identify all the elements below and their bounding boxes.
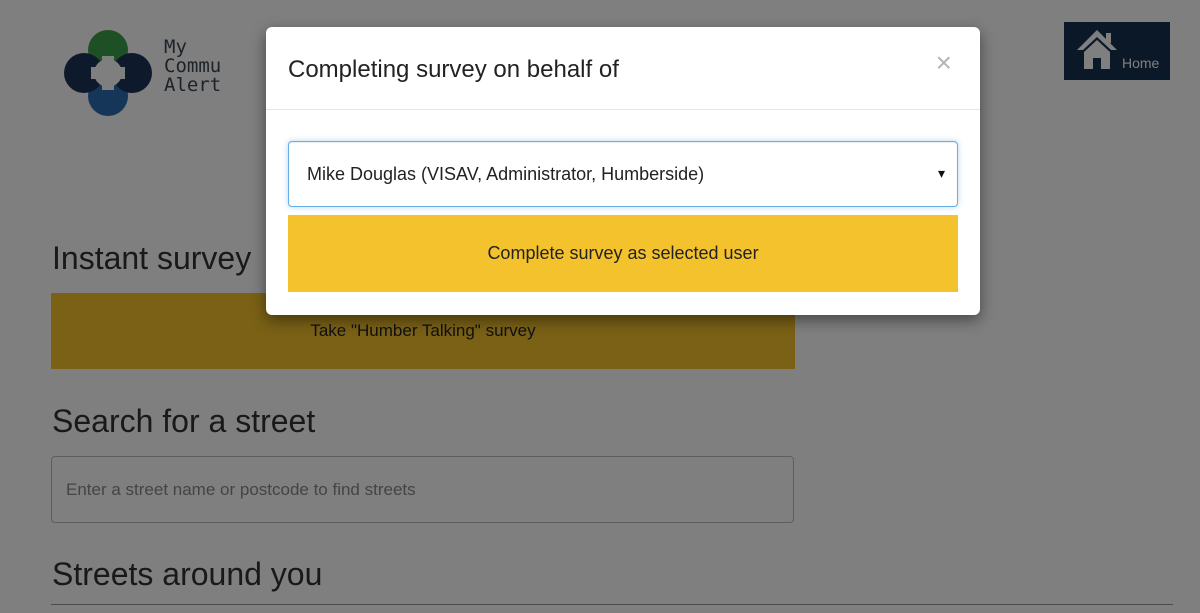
selected-user: Mike Douglas (VISAV, Administrator, Humb… (307, 163, 705, 184)
page: My Commu Alert Home Instant survey Take … (0, 0, 1200, 613)
close-icon[interactable]: × (936, 49, 952, 77)
complete-survey-button[interactable]: Complete survey as selected user (288, 215, 958, 292)
on-behalf-modal: Completing survey on behalf of × Mike Do… (266, 27, 980, 315)
user-select[interactable]: Mike Douglas (VISAV, Administrator, Humb… (288, 141, 958, 207)
modal-title: Completing survey on behalf of (288, 56, 619, 83)
caret-down-icon: ▾ (937, 165, 945, 181)
modal-header: Completing survey on behalf of × (266, 27, 980, 110)
